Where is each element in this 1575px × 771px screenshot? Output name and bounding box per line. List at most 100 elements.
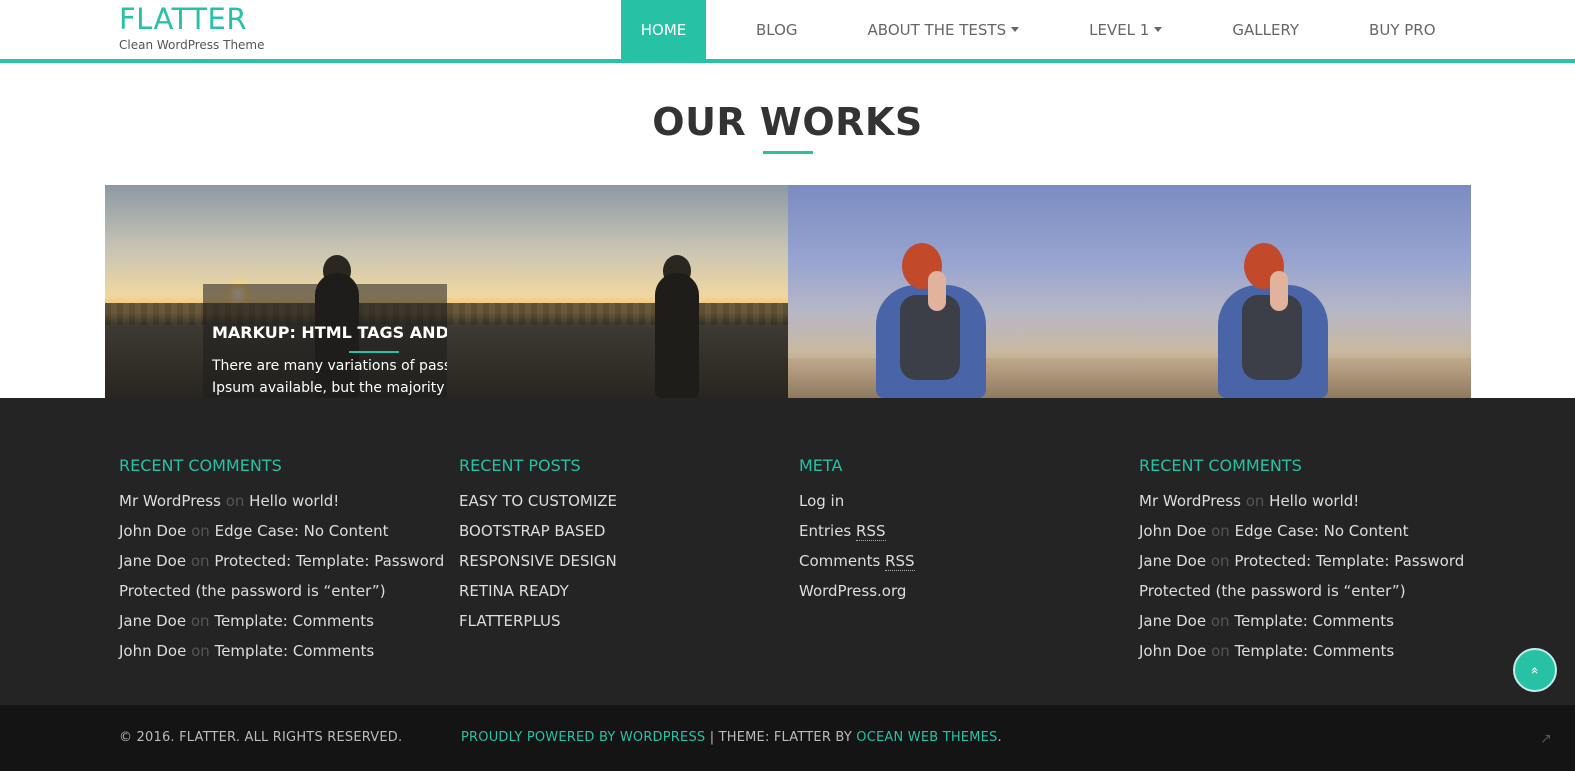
section-title: OUR WORKS: [652, 100, 923, 144]
list-item: John Doe on Template: Comments: [119, 636, 449, 666]
on-label: on: [1211, 642, 1230, 660]
footer-widgets: RECENT COMMENTS Mr WordPress on Hello wo…: [0, 398, 1575, 705]
work-excerpt: There are many variations of passa Ipsum…: [212, 355, 447, 398]
person-graphic: [654, 273, 699, 398]
post-link[interactable]: RETINA READY: [459, 582, 569, 600]
login-link[interactable]: Log in: [799, 492, 844, 510]
entries-label: Entries: [799, 522, 852, 540]
comment-post-link[interactable]: Template: Comments: [1234, 612, 1394, 630]
list-item: WordPress.org: [799, 576, 1129, 606]
list-item: Jane Doe on Template: Comments: [1139, 606, 1469, 636]
excerpt-line: Ipsum available, but the majority h: [212, 380, 447, 396]
corner-arrow-icon: ↗: [1540, 731, 1552, 747]
list-item: Mr WordPress on Hello world!: [1139, 486, 1469, 516]
on-label: on: [190, 612, 210, 630]
post-link[interactable]: EASY TO CUSTOMIZE: [459, 492, 617, 510]
post-link[interactable]: FLATTERPLUS: [459, 612, 561, 630]
caret-down-icon: [1154, 27, 1163, 32]
list-item: Comments RSS: [799, 546, 1129, 576]
nav-gallery[interactable]: GALLERY: [1212, 0, 1319, 59]
theme-author-link[interactable]: OCEAN WEB THEMES: [856, 730, 997, 745]
comment-author[interactable]: John Doe: [119, 642, 186, 660]
widget-title: RECENT POSTS: [459, 456, 581, 475]
comment-author[interactable]: Jane Doe: [1139, 612, 1206, 630]
site-title-link[interactable]: FLATTER: [119, 3, 265, 35]
work-title[interactable]: MARKUP: HTML TAGS AND FO: [212, 323, 447, 342]
list-item: EASY TO CUSTOMIZE: [459, 486, 789, 516]
credits-separator: | THEME: FLATTER BY: [705, 730, 857, 745]
scroll-to-top-button[interactable]: »: [1513, 648, 1557, 692]
nav-level-1[interactable]: LEVEL 1: [1069, 0, 1182, 59]
entries-rss-link[interactable]: Entries RSS: [799, 522, 886, 541]
comment-author[interactable]: Jane Doe: [1139, 552, 1206, 570]
widget-recent-comments: RECENT COMMENTS Mr WordPress on Hello wo…: [1139, 456, 1469, 666]
comment-post-link[interactable]: Edge Case: No Content: [1235, 522, 1409, 540]
widget-recent-comments: RECENT COMMENTS Mr WordPress on Hello wo…: [119, 456, 449, 666]
work-tile[interactable]: [446, 185, 788, 398]
list-item: Entries RSS: [799, 516, 1129, 546]
list-item: BOOTSTRAP BASED: [459, 516, 789, 546]
site-tagline: Clean WordPress Theme: [119, 38, 265, 52]
widget-title: RECENT COMMENTS: [119, 456, 282, 475]
comment-post-link[interactable]: Edge Case: No Content: [215, 522, 389, 540]
works-gallery: MARKUP: HTML TAGS AND FO There are many …: [105, 185, 1471, 398]
comment-post-link[interactable]: Template: Comments: [214, 612, 374, 630]
comment-post-link[interactable]: Template: Comments: [1235, 642, 1395, 660]
comment-post-link[interactable]: Hello world!: [1269, 492, 1359, 510]
caret-down-icon: [1011, 27, 1020, 32]
work-tile[interactable]: [788, 185, 1130, 398]
nav-about-the-tests[interactable]: ABOUT THE TESTS: [848, 0, 1040, 59]
on-label: on: [1210, 612, 1230, 630]
nav-home[interactable]: HOME: [621, 0, 706, 59]
comment-author[interactable]: Mr WordPress: [1139, 492, 1241, 510]
on-label: on: [1211, 522, 1230, 540]
on-label: on: [190, 552, 210, 570]
nav-about-label: ABOUT THE TESTS: [867, 20, 1007, 39]
on-label: on: [191, 522, 210, 540]
excerpt-line: There are many variations of passa: [212, 358, 447, 374]
list-item: John Doe on Edge Case: No Content: [119, 516, 449, 546]
work-title-underline: [349, 351, 399, 353]
on-label: on: [1210, 552, 1230, 570]
credits: PROUDLY POWERED BY WORDPRESS | THEME: FL…: [461, 730, 1002, 745]
treeline-graphic: [446, 303, 788, 325]
rss-abbr: RSS: [856, 522, 886, 541]
comment-post-link[interactable]: Template: Comments: [215, 642, 375, 660]
comments-label: Comments: [799, 552, 881, 570]
work-tile[interactable]: MARKUP: HTML TAGS AND FO There are many …: [105, 185, 447, 398]
comment-author[interactable]: John Doe: [1139, 642, 1206, 660]
nav-level-label: LEVEL 1: [1089, 20, 1150, 39]
comment-author[interactable]: Jane Doe: [119, 552, 186, 570]
post-link[interactable]: RESPONSIVE DESIGN: [459, 552, 617, 570]
credits-period: .: [997, 730, 1002, 745]
wordpress-org-link[interactable]: WordPress.org: [799, 582, 906, 600]
list-item: RETINA READY: [459, 576, 789, 606]
comment-author[interactable]: Mr WordPress: [119, 492, 221, 510]
list-item: RESPONSIVE DESIGN: [459, 546, 789, 576]
list-item: FLATTERPLUS: [459, 606, 789, 636]
comment-list: Mr WordPress on Hello world! John Doe on…: [1139, 486, 1469, 666]
work-tile[interactable]: [1129, 185, 1471, 398]
list-item: John Doe on Template: Comments: [1139, 636, 1469, 666]
site-header: FLATTER Clean WordPress Theme HOME BLOG …: [0, 0, 1575, 63]
person-arm-graphic: [928, 271, 946, 311]
brand: FLATTER Clean WordPress Theme: [119, 3, 265, 52]
title-underline: [763, 151, 813, 154]
on-label: on: [191, 642, 210, 660]
post-link[interactable]: BOOTSTRAP BASED: [459, 522, 605, 540]
widget-title: RECENT COMMENTS: [1139, 456, 1302, 475]
bottom-bar: © 2016. FLATTER. ALL RIGHTS RESERVED. PR…: [0, 705, 1575, 771]
wordpress-link[interactable]: PROUDLY POWERED BY WORDPRESS: [461, 730, 705, 745]
comments-rss-link[interactable]: Comments RSS: [799, 552, 915, 571]
comment-list: Mr WordPress on Hello world! John Doe on…: [119, 486, 449, 666]
comment-post-link[interactable]: Hello world!: [249, 492, 339, 510]
comment-author[interactable]: Jane Doe: [119, 612, 186, 630]
list-item: Jane Doe on Protected: Template: Passwor…: [1139, 546, 1469, 606]
nav-buy-pro[interactable]: BUY PRO: [1349, 0, 1455, 59]
on-label: on: [225, 492, 245, 510]
list-item: Log in: [799, 486, 1129, 516]
nav-blog[interactable]: BLOG: [736, 0, 818, 59]
list-item: Jane Doe on Protected: Template: Passwor…: [119, 546, 449, 606]
comment-author[interactable]: John Doe: [119, 522, 186, 540]
comment-author[interactable]: John Doe: [1139, 522, 1206, 540]
